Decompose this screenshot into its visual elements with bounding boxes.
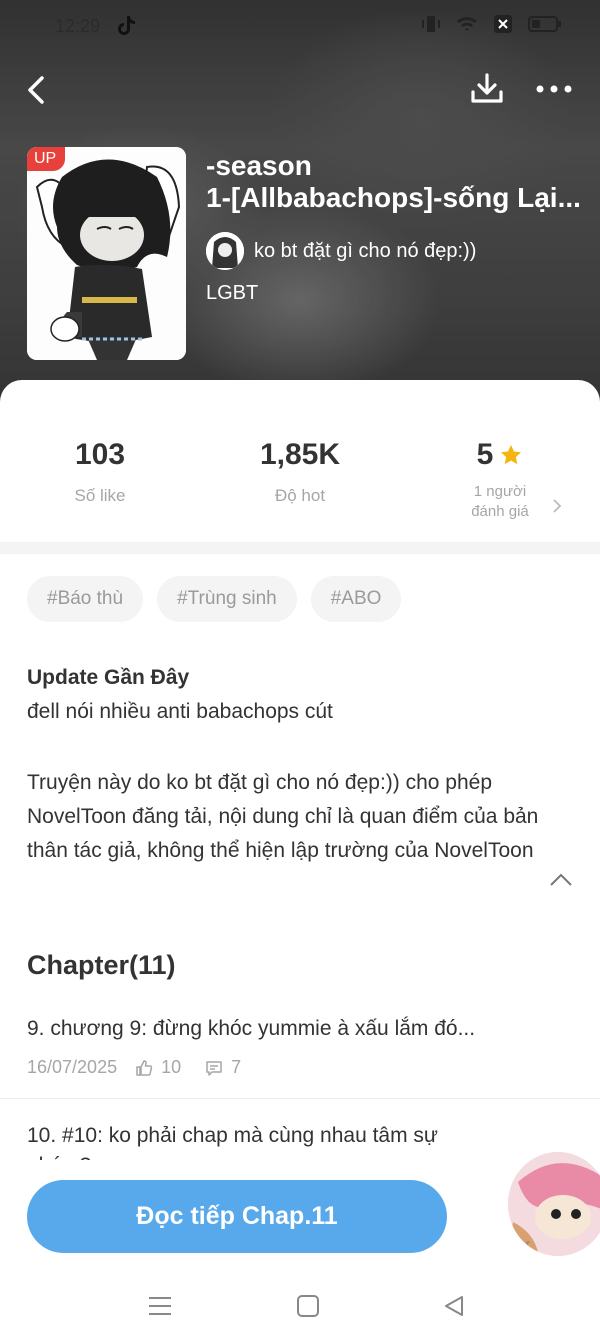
chapter-comments: 7	[231, 1057, 242, 1077]
detail-card: 103 Số like 1,85K Độ hot 5 1 người đánh …	[0, 380, 600, 1343]
comment-icon	[206, 1060, 222, 1076]
system-nav-bar	[0, 1278, 600, 1343]
hot-value: 1,85K	[259, 438, 341, 471]
book-cover[interactable]: UP	[27, 147, 186, 360]
update-heading: Update Gần Đây	[27, 666, 190, 689]
chapter-divider	[0, 1098, 600, 1099]
status-bar: 12:29	[0, 0, 600, 52]
vibrate-icon	[422, 16, 440, 32]
stat-hot: 1,85K Độ hot	[210, 438, 390, 506]
chapter-title-line1: 10. #10: ko phải chap mà cùng nhau tâm s…	[27, 1124, 438, 1147]
status-time: 12:29	[55, 16, 101, 36]
chevron-up-icon[interactable]	[548, 872, 574, 888]
battery-icon	[528, 16, 561, 32]
floating-avatar[interactable]: Lư	[508, 1152, 600, 1256]
wifi-icon	[457, 17, 477, 31]
up-badge: UP	[27, 147, 66, 171]
author-row[interactable]: ko bt đặt gì cho nó đẹp:))	[206, 232, 476, 270]
back-nav-icon[interactable]	[440, 1294, 468, 1318]
likes-value: 103	[74, 438, 126, 471]
likes-label: Số like	[74, 486, 126, 505]
tag-trung-sinh[interactable]: #Trùng sinh	[157, 576, 297, 622]
more-options-icon[interactable]	[534, 76, 574, 102]
continue-reading-button[interactable]: Đọc tiếp Chap.11	[27, 1180, 447, 1253]
author-avatar	[206, 232, 244, 270]
tiktok-icon	[118, 16, 135, 35]
book-title: -season 1-[Allbabachops]-sống Lại...	[206, 150, 581, 214]
chapter-likes: 10	[161, 1057, 182, 1077]
star-icon	[501, 445, 522, 465]
tag-abo[interactable]: #ABO	[310, 576, 402, 622]
chapter-item[interactable]: 9. chương 9: đừng khóc yummie à xấu lắm …	[0, 1010, 600, 1090]
hot-label: Độ hot	[274, 486, 326, 505]
book-title-line2: 1-[Allbabachops]-sống Lại...	[206, 182, 581, 213]
home-icon[interactable]	[294, 1294, 322, 1318]
tag-bao-thu[interactable]: #Báo thù	[27, 576, 144, 622]
stat-likes: 103 Số like	[10, 438, 190, 506]
chevron-right-icon[interactable]	[550, 498, 564, 514]
author-name: ko bt đặt gì cho nó đẹp:))	[254, 239, 477, 262]
genre-label[interactable]: LGBT	[206, 282, 258, 305]
chapter-meta: 16/07/2025 10 7	[27, 1057, 241, 1078]
rating-value-wrap: 5	[410, 438, 590, 472]
chapter-date: 16/07/2025	[27, 1057, 118, 1077]
copyright-notice: Truyện này do ko bt đặt gì cho nó đẹp:))…	[27, 771, 539, 862]
menu-icon[interactable]	[146, 1294, 174, 1318]
back-icon[interactable]	[22, 72, 54, 108]
cover-art	[27, 147, 186, 360]
update-text: đell nói nhiều anti babachops cút	[27, 700, 333, 723]
stats-row: 103 Số like 1,85K Độ hot 5 1 người đánh …	[0, 380, 600, 540]
download-icon[interactable]	[468, 70, 506, 108]
section-divider	[0, 542, 600, 554]
top-bar	[0, 60, 600, 120]
rating-value: 5	[476, 438, 494, 471]
chapter-title: 9. chương 9: đừng khóc yummie à xấu lắm …	[27, 1017, 476, 1040]
book-title-line1: -season	[206, 150, 312, 181]
thumb-up-icon	[136, 1059, 153, 1076]
no-sim-icon	[494, 15, 512, 33]
chapter-heading[interactable]: Chapter(11)	[27, 950, 176, 981]
tag-list: #Báo thù #Trùng sinh #ABO	[27, 576, 402, 622]
